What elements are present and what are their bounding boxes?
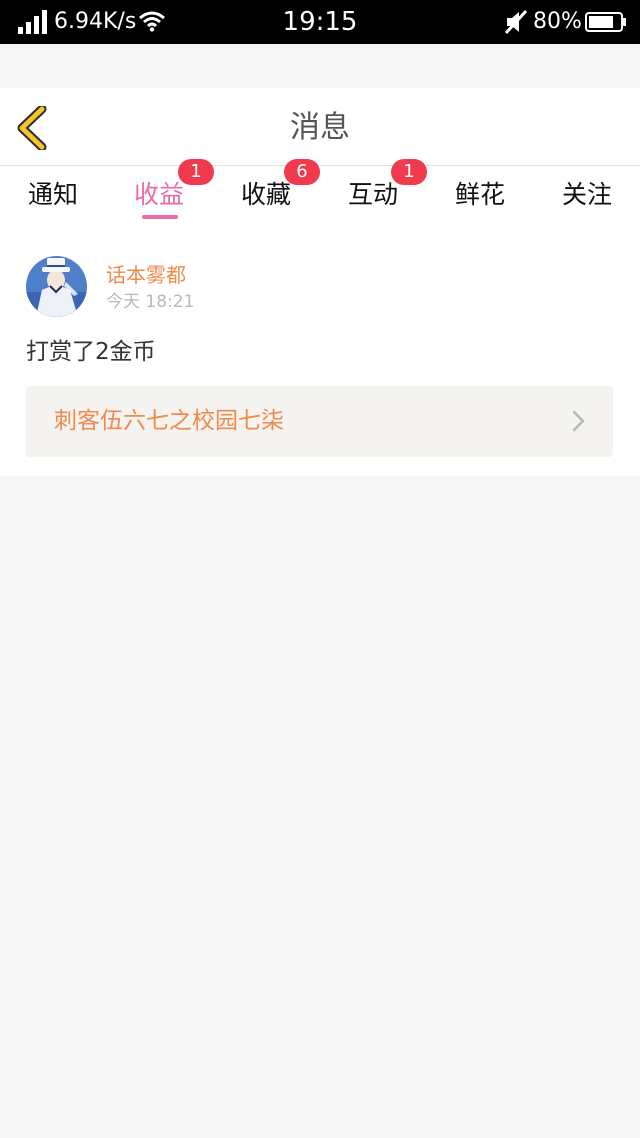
battery-percent: 80% xyxy=(533,9,582,34)
tab-follows[interactable]: 关注 xyxy=(534,166,640,224)
mute-icon xyxy=(504,9,528,35)
status-bar: 6.94K/s 19:15 80% xyxy=(0,0,640,44)
tab-earnings[interactable]: 收益 1 xyxy=(106,159,214,224)
tab-interactions[interactable]: 互动 1 xyxy=(320,159,427,224)
tab-label: 通知 xyxy=(27,180,78,209)
battery-icon xyxy=(585,12,626,32)
username[interactable]: 话本雾都 xyxy=(106,262,186,288)
page-title: 消息 xyxy=(290,110,350,145)
message-text: 打赏了2金币 xyxy=(26,339,156,365)
tab-badge: 6 xyxy=(284,159,320,185)
tab-label: 鲜花 xyxy=(454,180,505,209)
tab-favorites[interactable]: 收藏 6 xyxy=(213,159,320,224)
tab-badge: 1 xyxy=(391,159,427,185)
active-tab-indicator xyxy=(142,215,178,219)
book-link[interactable]: 刺客伍六七之校园七柒 xyxy=(26,386,613,457)
book-title: 刺客伍六七之校园七柒 xyxy=(54,408,284,434)
chevron-right-icon xyxy=(572,410,585,432)
timestamp: 今天 18:21 xyxy=(106,292,195,312)
tab-label: 关注 xyxy=(561,180,612,209)
top-spacer xyxy=(0,44,640,88)
avatar-image xyxy=(26,256,87,317)
message-item: 话本雾都 今天 18:21 打赏了2金币 刺客伍六七之校园七柒 xyxy=(0,224,640,476)
avatar[interactable] xyxy=(26,256,87,317)
header: 消息 xyxy=(0,88,640,166)
tab-badge: 1 xyxy=(178,159,214,185)
tab-notifications[interactable]: 通知 xyxy=(0,166,106,224)
tab-flowers[interactable]: 鲜花 xyxy=(427,166,533,224)
tab-bar: 通知 收益 1 收藏 6 互动 1 鲜花 关注 xyxy=(0,159,640,224)
